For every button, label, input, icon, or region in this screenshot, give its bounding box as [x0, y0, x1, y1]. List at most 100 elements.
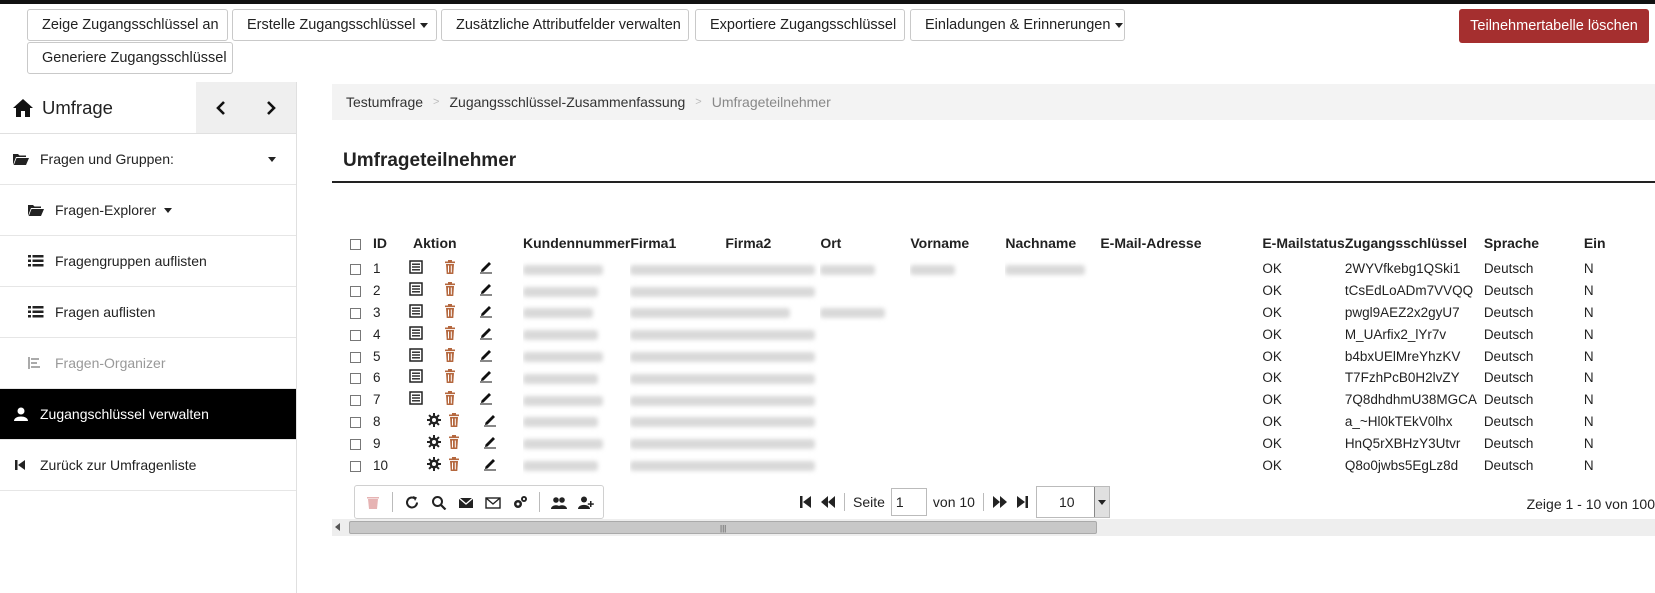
- view-details-icon[interactable]: [408, 304, 424, 318]
- trash-icon[interactable]: [446, 434, 462, 449]
- row-checkbox[interactable]: [350, 416, 361, 428]
- column-header-ein[interactable]: Ein: [1584, 228, 1624, 258]
- sidebar-item-questions-groups[interactable]: Fragen und Gruppen:: [0, 134, 296, 185]
- column-header-emailstatus[interactable]: E-Mailstatus: [1262, 228, 1344, 258]
- row-checkbox[interactable]: [350, 373, 361, 385]
- view-details-icon[interactable]: [408, 282, 424, 296]
- column-header-vorname[interactable]: Vorname: [910, 228, 1005, 258]
- delete-selected-icon[interactable]: [365, 495, 381, 510]
- invitations-button[interactable]: Einladungen & Erinnerungen: [910, 9, 1125, 41]
- sidebar-collapse-button[interactable]: [196, 82, 246, 133]
- delete-participant-table-button[interactable]: Teilnehmertabelle löschen: [1459, 9, 1649, 43]
- gear-icon[interactable]: [426, 412, 442, 427]
- users-icon[interactable]: [551, 495, 567, 510]
- sidebar-item-questions-explorer[interactable]: Fragen-Explorer: [0, 185, 296, 236]
- view-details-icon[interactable]: [408, 326, 424, 340]
- gear-icon[interactable]: [426, 434, 442, 449]
- cell-emailstatus: OK: [1262, 326, 1282, 342]
- view-details-icon[interactable]: [408, 260, 424, 275]
- trash-icon[interactable]: [442, 260, 458, 275]
- scroll-left-icon[interactable]: [335, 523, 340, 531]
- column-header-firma2[interactable]: Firma2: [725, 228, 820, 258]
- edit-icon[interactable]: [482, 457, 498, 471]
- column-header-token[interactable]: Zugangsschlüssel: [1345, 228, 1484, 258]
- edit-icon[interactable]: [478, 369, 494, 383]
- breadcrumb-token-summary[interactable]: Zugangsschlüssel-Zusammenfassung: [449, 94, 685, 110]
- gear-icon[interactable]: [426, 456, 442, 471]
- first-page-icon[interactable]: [798, 495, 814, 509]
- edit-icon[interactable]: [478, 348, 494, 362]
- cell-firma: [630, 367, 820, 389]
- show-tokens-button[interactable]: Zeige Zugangsschlüssel an: [27, 9, 228, 41]
- column-header-nachname[interactable]: Nachname: [1005, 228, 1100, 258]
- trash-icon[interactable]: [442, 325, 458, 340]
- trash-icon[interactable]: [446, 412, 462, 427]
- page-size-select[interactable]: 10: [1035, 486, 1110, 518]
- next-page-icon[interactable]: [992, 495, 1008, 509]
- view-details-icon[interactable]: [408, 369, 424, 384]
- column-header-email[interactable]: E-Mail-Adresse: [1100, 228, 1262, 258]
- edit-icon[interactable]: [478, 391, 494, 405]
- sidebar-item-list-questions[interactable]: Fragen auflisten: [0, 287, 296, 338]
- cell-kundennummer: [523, 367, 630, 389]
- column-header-sprache[interactable]: Sprache: [1484, 228, 1584, 258]
- sidebar-expand-button[interactable]: [246, 82, 296, 133]
- cell-sprache: Deutsch: [1483, 435, 1534, 451]
- refresh-icon[interactable]: [404, 495, 420, 510]
- edit-icon[interactable]: [482, 413, 498, 427]
- chevron-left-icon: [216, 100, 225, 115]
- view-details-icon[interactable]: [408, 391, 424, 405]
- export-tokens-button[interactable]: Exportiere Zugangsschlüssel: [695, 9, 905, 41]
- sidebar-item-manage-tokens[interactable]: Zugangschlüssel verwalten: [0, 389, 296, 440]
- edit-icon[interactable]: [478, 304, 494, 318]
- column-header-kundennummer[interactable]: Kundennummer: [523, 228, 630, 258]
- scrollbar-thumb[interactable]: |||: [349, 521, 1097, 534]
- view-details-icon[interactable]: [408, 347, 424, 362]
- horizontal-scrollbar[interactable]: |||: [332, 519, 1655, 536]
- trash-icon[interactable]: [446, 456, 462, 471]
- generate-tokens-button[interactable]: Generiere Zugangsschlüssel: [27, 42, 233, 74]
- sidebar-item-list-question-groups[interactable]: Fragengruppen auflisten: [0, 236, 296, 287]
- row-checkbox[interactable]: [350, 286, 361, 298]
- cell-token: pwgl9AEZ2x2gyU7: [1344, 304, 1460, 320]
- column-header-ort[interactable]: Ort: [820, 228, 910, 258]
- table-row: 1 OK 2WYVfkebg1QSki1 Deutsch N: [350, 258, 1624, 280]
- edit-icon[interactable]: [478, 326, 494, 340]
- previous-page-icon[interactable]: [820, 495, 836, 509]
- manage-attributes-button[interactable]: Zusätzliche Attributfelder verwalten: [441, 9, 689, 41]
- select-all-checkbox[interactable]: [350, 238, 361, 250]
- sidebar-title[interactable]: Umfrage: [0, 82, 196, 133]
- trash-icon[interactable]: [442, 369, 458, 384]
- column-header-firma1[interactable]: Firma1: [630, 228, 725, 258]
- create-tokens-button[interactable]: Erstelle Zugangsschlüssel: [232, 9, 437, 41]
- row-checkbox[interactable]: [350, 329, 361, 341]
- row-checkbox[interactable]: [350, 264, 361, 276]
- search-icon[interactable]: [431, 495, 447, 510]
- create-tokens-label: Erstelle Zugangsschlüssel: [247, 17, 416, 33]
- row-checkbox[interactable]: [350, 395, 361, 407]
- edit-icon[interactable]: [478, 260, 494, 274]
- column-header-id[interactable]: ID: [373, 228, 408, 258]
- table-row: 4 OK M_UArfix2_lYr7v Deutsch N: [350, 323, 1624, 345]
- page-number-input[interactable]: 1: [890, 488, 927, 516]
- trash-icon[interactable]: [442, 391, 458, 406]
- row-checkbox[interactable]: [350, 307, 361, 319]
- breadcrumb-survey[interactable]: Testumfrage: [346, 94, 423, 110]
- add-user-icon[interactable]: [578, 495, 594, 510]
- cogs-icon[interactable]: [512, 495, 528, 510]
- cell-ort: [820, 280, 910, 302]
- edit-icon[interactable]: [478, 282, 494, 296]
- row-checkbox[interactable]: [350, 460, 361, 472]
- trash-icon[interactable]: [442, 303, 458, 318]
- edit-icon[interactable]: [482, 435, 498, 449]
- sidebar-item-back-to-surveys[interactable]: Zurück zur Umfragenliste: [0, 440, 296, 491]
- envelope-outline-icon[interactable]: [485, 495, 501, 510]
- row-checkbox[interactable]: [350, 438, 361, 450]
- envelope-icon[interactable]: [458, 495, 474, 510]
- list-icon: [28, 306, 44, 318]
- row-checkbox[interactable]: [350, 351, 361, 363]
- trash-icon[interactable]: [442, 347, 458, 362]
- last-page-icon[interactable]: [1014, 495, 1030, 509]
- trash-icon[interactable]: [442, 282, 458, 297]
- folder-open-icon: [28, 205, 44, 216]
